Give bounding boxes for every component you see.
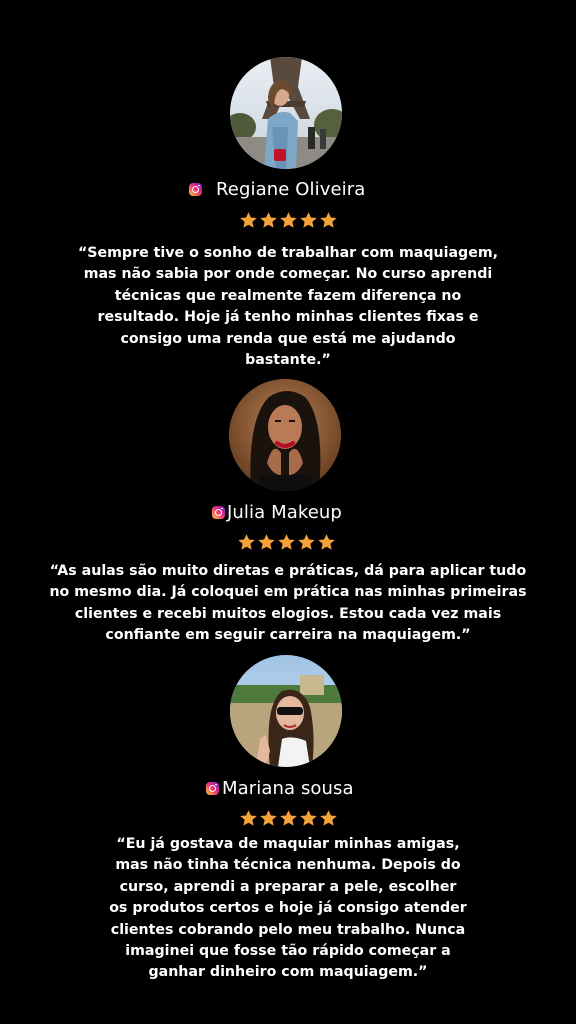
testimonial-quote: “Sempre tive o sonho de trabalhar com ma… — [0, 243, 576, 371]
quote-line: “As aulas são muito diretas e práticas, … — [49, 563, 527, 579]
reviewer-name: Regiane Oliveira — [216, 178, 366, 200]
star-icon — [300, 810, 317, 826]
avatar-photo-eiffel — [230, 57, 342, 169]
reviewer-name: Mariana sousa — [222, 777, 354, 799]
quote-line: resultado. Hoje já tenho minhas clientes… — [97, 309, 479, 326]
quote-line: curso, aprendi a preparar a pele, escolh… — [119, 878, 457, 895]
quote-line: imaginei que fosse tão rápido começar a — [125, 943, 451, 960]
star-icon — [280, 810, 297, 826]
quote-line: confiante em seguir carreira na maquiage… — [105, 627, 471, 644]
star-icon — [300, 212, 317, 228]
star-rating — [239, 211, 338, 230]
instagram-icon — [206, 781, 219, 795]
quote-line: técnicas que realmente fazem diferença n… — [114, 287, 462, 304]
star-rating — [239, 809, 338, 828]
quote-line: “Eu já gostava de maquiar minhas amigas, — [116, 836, 460, 852]
instagram-icon — [212, 505, 225, 519]
star-icon — [240, 810, 257, 826]
star-icon — [320, 810, 337, 826]
reviewer-name: Julia Makeup — [227, 501, 342, 523]
star-icon — [258, 534, 275, 550]
quote-line: mas não tinha técnica nenhuma. Depois do — [115, 857, 461, 874]
star-icon — [240, 212, 257, 228]
star-rating — [237, 533, 336, 552]
avatar-mariana — [230, 655, 342, 767]
star-icon — [238, 534, 255, 550]
star-icon — [280, 212, 297, 228]
quote-line: clientes cobrando pelo meu trabalho. Nun… — [110, 921, 466, 938]
quote-line: os produtos certos e hoje já consigo ate… — [109, 900, 467, 917]
testimonial-quote: “Eu já gostava de maquiar minhas amigas,… — [0, 834, 576, 984]
star-icon — [318, 534, 335, 550]
name-row-mariana: Mariana sousa — [206, 775, 354, 801]
avatar-photo-outdoor — [230, 655, 342, 767]
quote-line: bastante.” — [245, 352, 331, 369]
quote-line: mas não sabia por onde começar. No curso… — [83, 266, 493, 283]
quote-line: no mesmo dia. Já coloquei em prática nas… — [49, 584, 527, 601]
star-icon — [260, 212, 277, 228]
avatar-photo-portrait — [229, 379, 341, 491]
star-icon — [298, 534, 315, 550]
quote-line: clientes e recebi muitos elogios. Estou … — [74, 605, 502, 622]
star-icon — [278, 534, 295, 550]
star-icon — [320, 212, 337, 228]
avatar-regiane — [230, 57, 342, 169]
avatar-julia — [229, 379, 341, 491]
quote-line: consigo uma renda que está me ajudando — [120, 330, 456, 347]
name-row-julia: Julia Makeup — [212, 499, 342, 525]
star-icon — [260, 810, 277, 826]
instagram-icon — [189, 182, 202, 196]
quote-line: ganhar dinheiro com maquiagem.” — [148, 964, 428, 981]
name-row-regiane: Regiane Oliveira — [189, 176, 365, 202]
quote-line: “Sempre tive o sonho de trabalhar com ma… — [77, 245, 499, 261]
testimonial-quote: “As aulas são muito diretas e práticas, … — [0, 561, 576, 647]
